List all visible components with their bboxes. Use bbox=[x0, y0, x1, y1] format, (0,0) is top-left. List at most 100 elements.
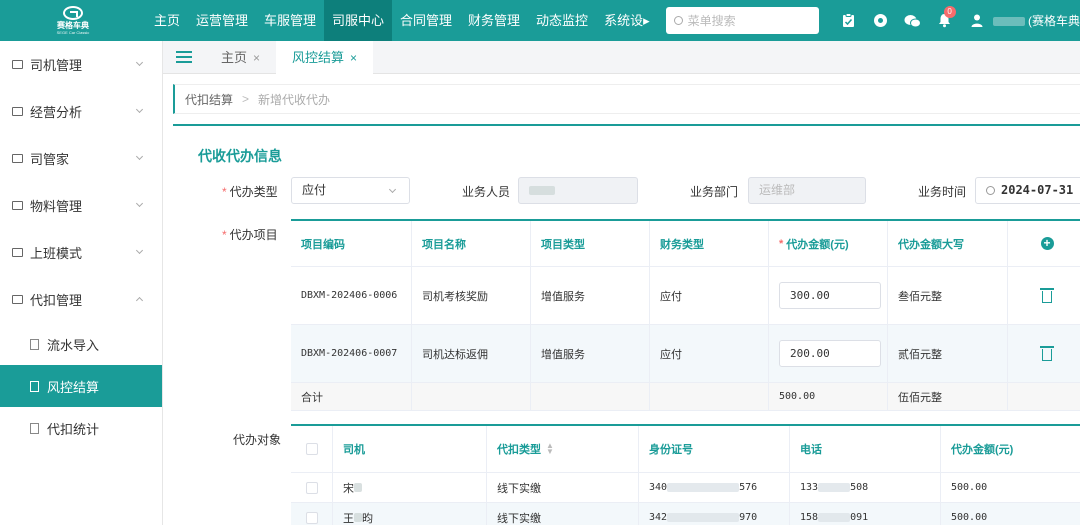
time-picker[interactable]: 2024-07-31 bbox=[975, 177, 1080, 204]
sidebar-subitem-label: 风控结算 bbox=[47, 379, 100, 395]
breadcrumb-separator: > bbox=[242, 92, 250, 106]
user-name[interactable]: (赛格车典 bbox=[992, 12, 1080, 29]
sidebar-item-label: 司机管理 bbox=[30, 58, 83, 73]
cell-name: 司机考核奖励 bbox=[412, 267, 531, 324]
sidebar-item-label: 物料管理 bbox=[30, 199, 83, 214]
cell-amount-upper: 叁佰元整 bbox=[888, 267, 1008, 324]
table-header-row: 司机 代扣类型 ▲ ▼ 身份证号 电话 代办金额(元) bbox=[291, 426, 1080, 473]
close-icon[interactable]: × bbox=[253, 51, 260, 65]
topnav-item-car-service[interactable]: 车服管理 bbox=[256, 0, 324, 41]
items-label: * 代办项目 bbox=[222, 228, 278, 242]
trash-icon[interactable] bbox=[1040, 346, 1054, 361]
topnav-item-settings[interactable]: 系统设▸ bbox=[596, 0, 658, 41]
sidebar-item-withholding-management[interactable]: 代扣管理 bbox=[0, 276, 162, 323]
sidebar-item-business-analysis[interactable]: 经营分析 bbox=[0, 88, 162, 135]
sidebar-item-steward[interactable]: 司管家 bbox=[0, 135, 162, 182]
topnav-item-driver-service[interactable]: 司服中心 bbox=[324, 0, 393, 41]
top-actions: 0 (赛格车典 bbox=[833, 0, 1080, 41]
header-type: 项目类型 bbox=[531, 221, 650, 266]
breadcrumb-current: 新增代收代办 bbox=[258, 92, 331, 107]
table-row: DBXM-202406-0007 司机达标返佣 增值服务 应付 200.00 贰… bbox=[291, 325, 1080, 383]
sidebar-item-work-mode[interactable]: 上班模式 bbox=[0, 229, 162, 276]
type-select[interactable]: 应付 bbox=[291, 177, 410, 204]
dept-field: 运维部 bbox=[748, 177, 866, 204]
total-amount-upper: 伍佰元整 bbox=[888, 383, 1008, 410]
table-total-row: 合计 500.00 伍佰元整 bbox=[291, 383, 1080, 411]
folder-icon bbox=[12, 154, 23, 163]
folder-icon bbox=[12, 201, 23, 210]
row-checkbox-cell bbox=[291, 473, 333, 502]
row-checkbox[interactable] bbox=[305, 511, 318, 524]
amount-input[interactable]: 300.00 bbox=[779, 282, 881, 309]
row-checkbox[interactable] bbox=[305, 481, 318, 494]
cell-amount: 300.00 bbox=[769, 267, 888, 324]
tab-risk-settlement[interactable]: 风控结算 × bbox=[276, 40, 374, 74]
tab-label: 风控结算 bbox=[292, 49, 345, 65]
header-id-number: 身份证号 bbox=[639, 426, 790, 472]
sidebar-subitem-risk-settlement[interactable]: 风控结算 bbox=[0, 365, 162, 407]
amount-input[interactable]: 200.00 bbox=[779, 340, 881, 367]
topnav-item-monitoring[interactable]: 动态监控 bbox=[528, 0, 596, 41]
clock-icon bbox=[986, 186, 995, 195]
trash-icon[interactable] bbox=[1040, 288, 1054, 303]
items-table: 项目编码 项目名称 项目类型 财务类型 * 代办金额(元) 代办金额大写 + DB… bbox=[291, 219, 1080, 411]
close-icon[interactable]: × bbox=[350, 51, 357, 65]
sort-icon[interactable]: ▲ ▼ bbox=[546, 442, 554, 456]
select-all-checkbox[interactable] bbox=[305, 443, 318, 455]
cell-fin-type: 应付 bbox=[650, 325, 769, 382]
wechat-icon[interactable] bbox=[897, 0, 929, 41]
chevron-up-icon bbox=[135, 296, 144, 305]
cell-driver: 王昀 bbox=[333, 503, 487, 525]
dept-label: 业务部门 bbox=[690, 185, 739, 199]
section-title: 代收代办信息 bbox=[198, 148, 282, 164]
table-row: 王昀 线下实缴 342 970 158 091 500.00 bbox=[291, 503, 1080, 525]
header-withhold-type[interactable]: 代扣类型 ▲ ▼ bbox=[487, 426, 639, 472]
cell-code: DBXM-202406-0007 bbox=[291, 325, 412, 382]
cell-driver: 宋 bbox=[333, 473, 487, 502]
cell-withhold-type: 线下实缴 bbox=[487, 503, 639, 525]
sidebar-item-label: 经营分析 bbox=[30, 105, 83, 120]
document-icon bbox=[30, 338, 39, 350]
sidebar-subitem-withholding-stats[interactable]: 代扣统计 bbox=[0, 407, 162, 449]
add-row-icon[interactable]: + bbox=[1040, 237, 1054, 250]
cell-amount: 500.00 bbox=[951, 482, 988, 493]
cell-action bbox=[1008, 267, 1080, 324]
sidebar-subitem-label: 代扣统计 bbox=[47, 421, 100, 437]
empty-cell bbox=[1008, 383, 1080, 410]
app-logo[interactable]: 赛格车典 SEGE Car Classic bbox=[0, 0, 146, 41]
empty-cell bbox=[650, 383, 769, 410]
notification-bell-icon[interactable]: 0 bbox=[929, 0, 961, 41]
topnav-item-operations[interactable]: 运营管理 bbox=[188, 0, 256, 41]
sidebar-subitem-label: 流水导入 bbox=[47, 337, 100, 353]
time-label: 业务时间 bbox=[918, 185, 967, 199]
lifebuoy-icon[interactable] bbox=[865, 0, 897, 41]
total-amount: 500.00 bbox=[769, 383, 888, 410]
sidebar-item-driver-management[interactable]: 司机管理 bbox=[0, 41, 162, 88]
cell-fin-type: 应付 bbox=[650, 267, 769, 324]
cell-phone: 133 508 bbox=[790, 473, 941, 502]
folder-icon bbox=[12, 295, 23, 304]
document-icon bbox=[30, 422, 39, 434]
folder-icon bbox=[12, 248, 23, 257]
sidebar-subitem-flow-import[interactable]: 流水导入 bbox=[0, 323, 162, 365]
menu-search-input[interactable]: 菜单搜索 bbox=[665, 7, 819, 34]
menu-toggle-icon[interactable] bbox=[163, 41, 205, 74]
document-icon bbox=[30, 380, 39, 392]
content-divider bbox=[173, 124, 1080, 126]
user-avatar-icon[interactable] bbox=[961, 0, 993, 41]
topnav-item-finance[interactable]: 财务管理 bbox=[460, 0, 528, 41]
clipboard-icon[interactable] bbox=[833, 0, 865, 41]
tabs-bar: 主页 × 风控结算 × bbox=[163, 40, 1080, 74]
topnav-item-contracts[interactable]: 合同管理 bbox=[392, 0, 460, 41]
header-amount-upper: 代办金额大写 bbox=[888, 221, 1008, 266]
topnav-item-home[interactable]: 主页 bbox=[146, 0, 188, 41]
search-placeholder: 菜单搜索 bbox=[687, 14, 736, 28]
breadcrumb-parent[interactable]: 代扣结算 bbox=[185, 91, 233, 108]
cell-id-number: 340 576 bbox=[639, 473, 790, 502]
cell-code: DBXM-202406-0006 bbox=[291, 267, 412, 324]
tab-home[interactable]: 主页 × bbox=[205, 41, 276, 74]
sidebar-item-label: 上班模式 bbox=[30, 246, 83, 261]
type-select-value: 应付 bbox=[302, 183, 327, 197]
chevron-down-icon bbox=[135, 58, 144, 67]
sidebar-item-materials[interactable]: 物料管理 bbox=[0, 182, 162, 229]
